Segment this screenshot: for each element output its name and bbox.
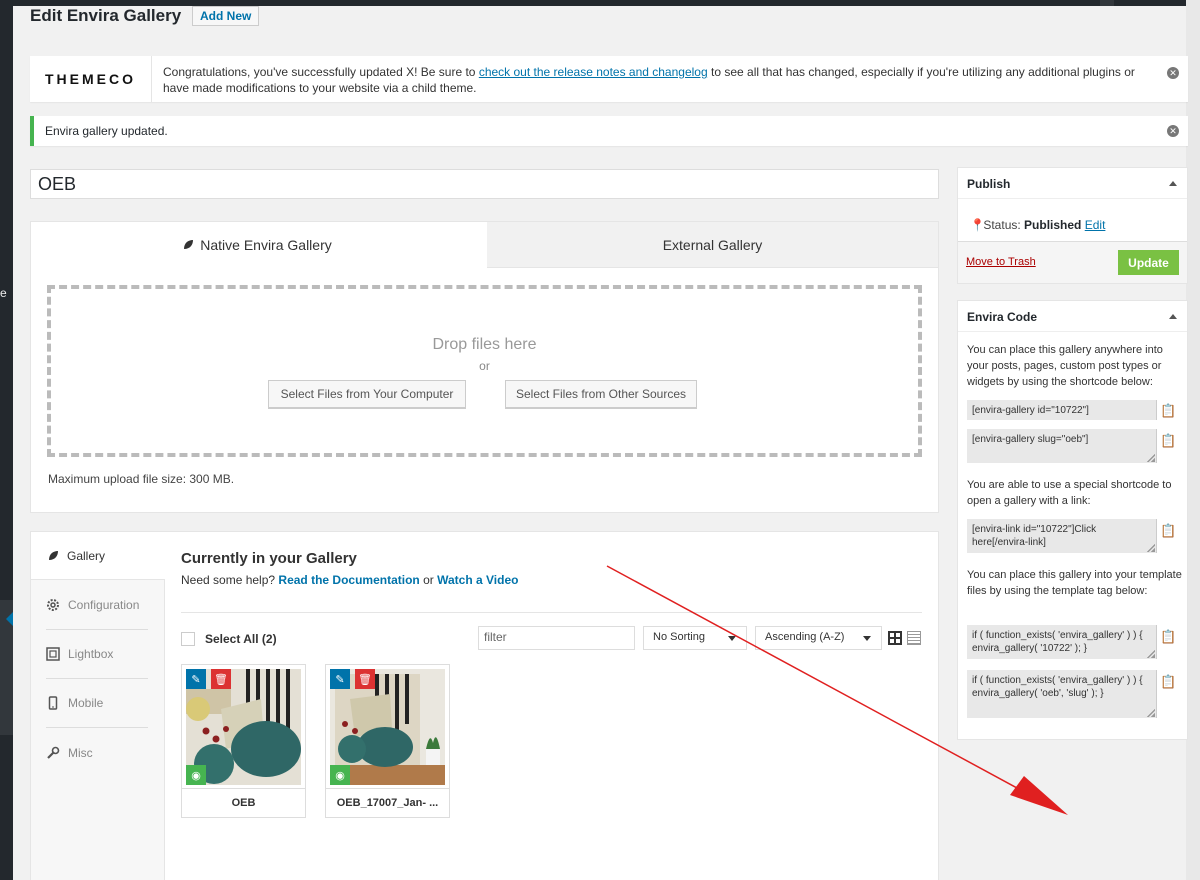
annotation-arrow <box>606 565 1068 815</box>
